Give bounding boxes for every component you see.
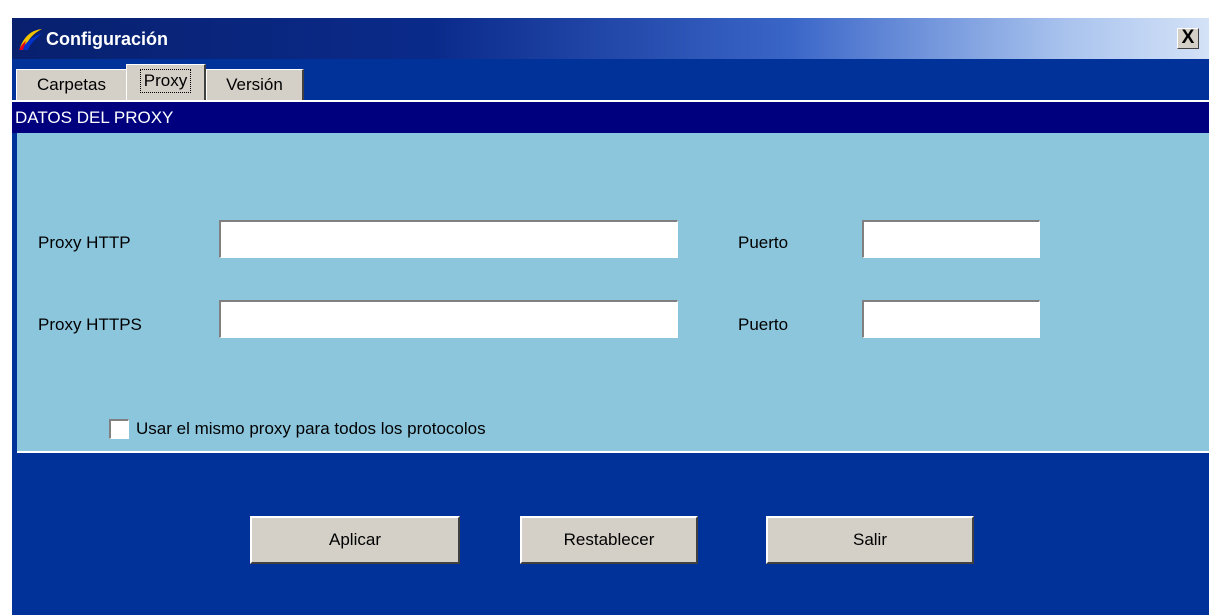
proxy-http-port-input[interactable] <box>862 220 1040 258</box>
same-proxy-label[interactable]: Usar el mismo proxy para todos los proto… <box>136 419 486 439</box>
tab-proxy[interactable]: Proxy <box>126 64 206 100</box>
proxy-http-port-label: Puerto <box>738 233 789 252</box>
proxy-https-input[interactable] <box>219 300 678 338</box>
exit-button[interactable]: Salir <box>766 516 974 564</box>
tab-strip: Carpetas Proxy Versión <box>12 59 1209 102</box>
proxy-http-input[interactable] <box>219 220 678 258</box>
proxy-https-port-label: Puerto <box>738 315 789 334</box>
window-title: Configuración <box>46 29 168 49</box>
close-button[interactable]: X <box>1177 28 1199 49</box>
tab-version[interactable]: Versión <box>206 69 304 100</box>
tab-carpetas[interactable]: Carpetas <box>16 69 128 100</box>
same-proxy-checkbox[interactable] <box>109 419 129 439</box>
proxy-http-label: Proxy HTTP <box>38 233 131 252</box>
config-window: Configuración X Carpetas Proxy Versión D… <box>12 18 1209 615</box>
app-logo-icon <box>19 29 43 50</box>
apply-button-label: Aplicar <box>329 530 381 549</box>
tab-label: Versión <box>226 75 283 94</box>
exit-button-label: Salir <box>852 530 887 549</box>
reset-button[interactable]: Restablecer <box>520 516 698 564</box>
apply-button[interactable]: Aplicar <box>250 516 460 564</box>
tab-label: Proxy <box>139 69 192 93</box>
tab-label: Carpetas <box>37 75 106 94</box>
proxy-https-label: Proxy HTTPS <box>38 315 142 334</box>
close-icon: X <box>1181 27 1195 48</box>
title-bar[interactable]: Configuración X <box>12 18 1209 59</box>
section-header: DATOS DEL PROXY <box>12 102 1209 133</box>
proxy-https-port-input[interactable] <box>862 300 1040 338</box>
proxy-form-panel: Proxy HTTP Puerto Proxy HTTPS Puerto Usa… <box>17 133 1209 453</box>
reset-button-label: Restablecer <box>563 530 655 549</box>
